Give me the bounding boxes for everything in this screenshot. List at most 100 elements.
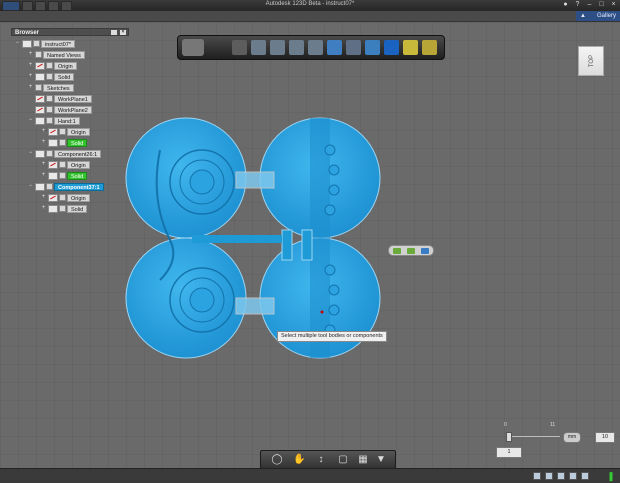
window-title: Autodesk 123D Beta - instruct07* xyxy=(265,1,355,7)
browser-title: Browser xyxy=(15,30,40,36)
browser-node[interactable]: + Solid xyxy=(41,204,88,213)
visibility-icon[interactable] xyxy=(35,149,45,158)
window-controls: ● ? – □ × xyxy=(561,1,618,9)
grid-tick-min: 0 xyxy=(504,422,507,428)
grouping-button[interactable] xyxy=(346,40,361,55)
collapse-icon[interactable]: − xyxy=(28,150,33,156)
combine-intersect-icon[interactable] xyxy=(421,248,429,254)
pin-icon[interactable] xyxy=(111,30,117,35)
viewcube-face-label: TOP xyxy=(589,54,595,68)
expand-icon[interactable]: + xyxy=(41,161,46,167)
expand-icon[interactable]: + xyxy=(41,172,46,178)
gallery-label: Gallery xyxy=(596,13,616,19)
orbit-icon[interactable]: ◯ xyxy=(271,454,283,466)
modify-button[interactable] xyxy=(308,40,323,55)
browser-node[interactable]: + Solid xyxy=(28,72,75,81)
browser-node[interactable]: + Origin xyxy=(41,160,90,169)
unit-selector[interactable]: mm xyxy=(563,432,581,443)
visibility-icon[interactable] xyxy=(48,171,58,180)
construct-button[interactable] xyxy=(289,40,304,55)
combine-button[interactable] xyxy=(365,40,380,55)
node-type-icon xyxy=(46,73,53,80)
pan-icon[interactable]: ✋ xyxy=(293,454,305,466)
expand-icon[interactable]: + xyxy=(28,73,33,79)
visibility-icon[interactable] xyxy=(35,105,45,114)
browser-node[interactable]: + Origin xyxy=(41,127,90,136)
zoom-icon[interactable]: ↕ xyxy=(315,454,327,466)
visibility-icon[interactable] xyxy=(48,127,58,136)
visibility-icon[interactable] xyxy=(35,72,45,81)
grid-tick-max: 11 xyxy=(550,422,556,428)
viewcube[interactable]: TOP xyxy=(578,46,604,76)
expand-icon[interactable]: + xyxy=(41,128,46,134)
browser-node[interactable]: WorkPlane1 xyxy=(28,94,92,103)
maximize-icon[interactable]: □ xyxy=(597,1,606,9)
browser-node[interactable]: + Origin xyxy=(41,193,90,202)
browser-node[interactable]: − instruct07* xyxy=(15,39,75,48)
visual-style-icon[interactable]: ▦ xyxy=(357,454,369,466)
combine-join-icon[interactable] xyxy=(393,248,401,254)
node-type-icon xyxy=(59,172,66,179)
expand-icon[interactable]: + xyxy=(41,139,46,145)
visibility-icon[interactable] xyxy=(35,182,45,191)
close-icon[interactable]: × xyxy=(609,1,618,9)
help-icon[interactable]: ? xyxy=(573,1,582,9)
snap-slider-handle[interactable] xyxy=(506,432,512,442)
grid-size-input[interactable]: 10 xyxy=(595,432,615,443)
browser-node[interactable]: WorkPlane2 xyxy=(28,105,92,114)
snap-slider-track[interactable] xyxy=(508,436,560,437)
collapse-icon[interactable]: − xyxy=(28,183,33,189)
view-options-icon[interactable]: ▼ xyxy=(375,454,387,466)
material-button[interactable] xyxy=(422,40,437,55)
browser-node[interactable]: + Solid xyxy=(41,171,88,180)
gallery-button[interactable]: ▲ Gallery xyxy=(576,11,620,21)
minimize-icon[interactable]: – xyxy=(585,1,594,9)
expand-icon[interactable]: + xyxy=(41,194,46,200)
visibility-icon[interactable] xyxy=(48,160,58,169)
browser-node[interactable]: + Solid xyxy=(41,138,88,147)
primitives-button[interactable] xyxy=(251,40,266,55)
browser-node-label: Hand:1 xyxy=(54,116,80,125)
node-type-icon xyxy=(46,183,53,190)
combine-cut-icon[interactable] xyxy=(407,248,415,254)
transform-button[interactable] xyxy=(232,40,247,55)
sign-in-icon[interactable]: ● xyxy=(561,1,570,9)
visibility-icon[interactable] xyxy=(35,116,45,125)
visibility-icon[interactable] xyxy=(35,94,45,103)
browser-node[interactable]: − Component26:1 xyxy=(28,149,102,158)
expand-icon[interactable]: + xyxy=(41,205,46,211)
home-cube-button[interactable] xyxy=(182,39,204,56)
expand-icon[interactable]: + xyxy=(28,62,33,68)
browser-node[interactable]: + Named Views xyxy=(28,50,85,59)
visibility-icon[interactable] xyxy=(35,61,45,70)
visibility-icon[interactable] xyxy=(22,39,32,48)
visibility-icon[interactable] xyxy=(48,204,58,213)
snap-value-input[interactable]: 1 xyxy=(496,447,522,458)
text-button[interactable] xyxy=(403,40,418,55)
close-icon[interactable]: × xyxy=(120,30,126,35)
sketch-button[interactable] xyxy=(270,40,285,55)
expand-icon[interactable]: + xyxy=(28,51,33,57)
visibility-icon[interactable] xyxy=(48,138,58,147)
node-type-icon xyxy=(35,51,42,58)
browser-node[interactable]: − Hand:1 xyxy=(28,116,80,125)
collapse-icon[interactable]: − xyxy=(15,40,20,46)
node-type-icon xyxy=(59,194,66,201)
pattern-button[interactable] xyxy=(327,40,342,55)
browser-node[interactable]: + Origin xyxy=(28,61,77,70)
status-bar: ❚ xyxy=(0,468,620,483)
fit-icon[interactable]: ▢ xyxy=(337,454,349,466)
view-quad-icon[interactable] xyxy=(545,472,553,480)
browser-node-label: Component37:1 xyxy=(54,182,104,191)
view-toggle-icon[interactable] xyxy=(569,472,577,480)
view-grid-icon[interactable] xyxy=(557,472,565,480)
visibility-icon[interactable] xyxy=(48,193,58,202)
browser-node-label: Solid xyxy=(67,138,88,147)
browser-node[interactable]: + Sketches xyxy=(28,83,74,92)
collapse-icon[interactable]: − xyxy=(28,117,33,123)
expand-icon[interactable]: + xyxy=(28,84,33,90)
measure-button[interactable] xyxy=(384,40,399,55)
view-single-icon[interactable] xyxy=(533,472,541,480)
browser-node[interactable]: − Component37:1 xyxy=(28,182,104,191)
view-fullscreen-icon[interactable] xyxy=(581,472,589,480)
